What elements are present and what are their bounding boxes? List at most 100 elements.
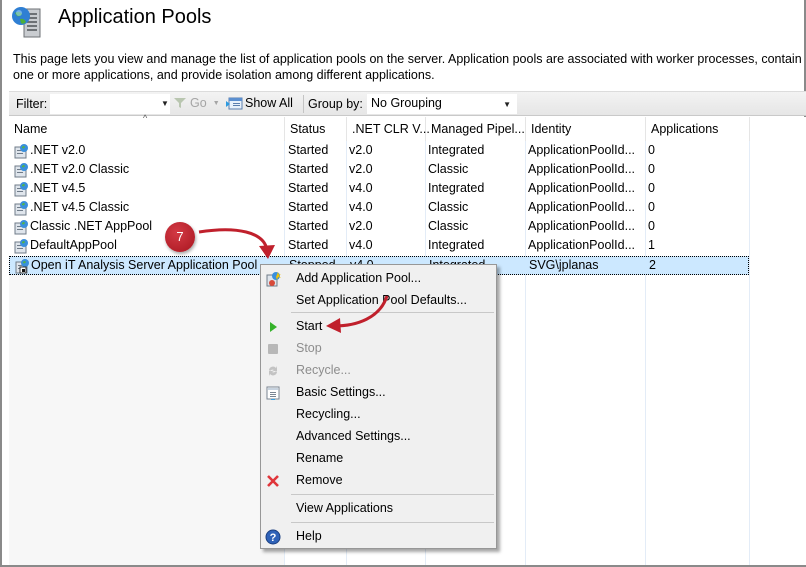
cell-applications: 0 xyxy=(648,181,655,195)
group-by-select[interactable]: No Grouping ▼ xyxy=(367,94,517,114)
app-pool-icon xyxy=(14,201,28,216)
column-header-pipeline[interactable]: Managed Pipel... xyxy=(426,117,526,141)
application-pools-window: Application Pools This page lets you vie… xyxy=(0,0,806,567)
menu-item-help[interactable]: ? Help xyxy=(261,526,496,548)
filter-toolbar: Filter: ▼ Go ▼ Show All Group by: No Gro… xyxy=(9,91,806,116)
stop-icon xyxy=(268,344,278,354)
table-row[interactable]: .NET v2.0 Classic Started v2.0 Classic Appli… xyxy=(9,161,749,180)
filter-dropdown-arrow-icon[interactable]: ▼ xyxy=(161,99,169,108)
step-number-badge: 7 xyxy=(165,222,195,252)
go-button[interactable]: Go ▼ xyxy=(173,96,220,110)
cell-status: Started xyxy=(288,181,329,195)
column-header-row: Name ^ Status .NET CLR V... Managed Pipe… xyxy=(9,113,806,141)
table-row[interactable]: DefaultAppPool Started v4.0 Integrated Appli… xyxy=(9,237,749,256)
cell-identity: ApplicationPoolId... xyxy=(528,219,636,233)
play-icon xyxy=(270,322,277,332)
context-menu: Add Application Pool... Set Application P… xyxy=(260,264,497,549)
cell-name: Open iT Analysis Server Application Pool xyxy=(31,258,258,272)
cell-pipeline: Integrated xyxy=(428,181,485,195)
table-row[interactable]: .NET v4.5 Classic Started v4.0 Classic Appli… xyxy=(9,199,749,218)
filter-input[interactable] xyxy=(50,94,170,114)
go-dropdown-arrow-icon[interactable]: ▼ xyxy=(213,100,220,107)
show-all-icon xyxy=(226,97,243,110)
table-row[interactable]: Classic .NET AppPool Started v2.0 Classic Ap… xyxy=(9,218,749,237)
menu-item-remove[interactable]: Remove xyxy=(261,470,496,492)
group-by-value: No Grouping xyxy=(371,96,442,110)
group-by-dropdown-arrow-icon: ▼ xyxy=(503,100,511,109)
recycle-icon xyxy=(269,366,277,376)
cell-identity: ApplicationPoolId... xyxy=(528,143,636,157)
column-header-clr-version[interactable]: .NET CLR V... xyxy=(347,117,430,141)
column-header-applications[interactable]: Applications xyxy=(646,117,750,141)
menu-item-add-application-pool[interactable]: Add Application Pool... xyxy=(261,268,496,290)
menu-item-label: View Applications xyxy=(296,501,394,515)
help-icon: ? xyxy=(265,529,281,545)
cell-applications: 1 xyxy=(648,238,655,252)
app-pool-icon xyxy=(14,163,28,178)
cell-applications: 2 xyxy=(649,258,656,272)
menu-item-label: Recycling... xyxy=(296,407,361,421)
cell-pipeline: Classic xyxy=(428,219,469,233)
column-header-name[interactable]: Name ^ xyxy=(9,113,285,141)
column-header-label: Managed Pipel... xyxy=(431,122,525,136)
menu-item-recycle: Recycle... xyxy=(261,360,496,382)
menu-item-rename[interactable]: Rename xyxy=(261,448,496,470)
cell-status: Started xyxy=(288,143,329,157)
cell-status: Started xyxy=(288,200,329,214)
menu-item-label: Help xyxy=(296,529,322,543)
menu-item-view-applications[interactable]: View Applications xyxy=(261,498,496,520)
remove-x-icon xyxy=(267,475,279,487)
cell-clr: v2.0 xyxy=(349,162,373,176)
add-pool-icon xyxy=(266,272,281,287)
cell-pipeline: Integrated xyxy=(428,238,485,252)
server-globe-icon xyxy=(10,5,46,39)
menu-item-label: Stop xyxy=(296,341,322,355)
menu-separator xyxy=(291,522,494,523)
cell-name: .NET v2.0 Classic xyxy=(30,162,130,176)
menu-item-label: Basic Settings... xyxy=(296,385,386,399)
column-header-label: Name xyxy=(14,122,48,136)
cell-identity: ApplicationPoolId... xyxy=(528,200,636,214)
app-pool-icon xyxy=(14,220,28,235)
menu-item-label: Add Application Pool... xyxy=(296,271,422,285)
filter-label: Filter: xyxy=(16,96,48,111)
stopped-app-pool-icon xyxy=(15,259,29,274)
table-row[interactable]: .NET v2.0 Started v2.0 Integrated Applicatio… xyxy=(9,142,749,161)
funnel-icon xyxy=(174,98,186,108)
menu-item-set-application-pool-defaults[interactable]: Set Application Pool Defaults... xyxy=(261,290,496,312)
app-pool-icon xyxy=(14,239,28,254)
menu-item-basic-settings[interactable]: Basic Settings... xyxy=(261,382,496,404)
cell-name: Classic .NET AppPool xyxy=(30,219,153,233)
cell-applications: 0 xyxy=(648,200,655,214)
menu-item-advanced-settings[interactable]: Advanced Settings... xyxy=(261,426,496,448)
cell-applications: 0 xyxy=(648,162,655,176)
page-title: Application Pools xyxy=(58,6,212,28)
toolbar-separator xyxy=(303,95,304,113)
page-header xyxy=(10,4,46,40)
menu-item-label: Set Application Pool Defaults... xyxy=(296,293,467,307)
column-divider xyxy=(749,117,750,565)
cell-name: .NET v4.5 xyxy=(30,181,86,195)
cell-clr: v2.0 xyxy=(349,143,373,157)
cell-clr: v4.0 xyxy=(349,200,373,214)
table-row[interactable]: .NET v4.5 Started v4.0 Integrated Applicatio… xyxy=(9,180,749,199)
menu-item-recycling[interactable]: Recycling... xyxy=(261,404,496,426)
cell-pipeline: Classic xyxy=(428,200,469,214)
column-header-identity[interactable]: Identity xyxy=(526,117,646,141)
menu-item-label: Rename xyxy=(296,451,344,465)
menu-item-label: Remove xyxy=(296,473,343,487)
app-pool-icon xyxy=(14,144,28,159)
cell-clr: v2.0 xyxy=(349,219,373,233)
cell-pipeline: Classic xyxy=(428,162,469,176)
show-all-button[interactable]: Show All xyxy=(225,95,293,111)
svg-text:?: ? xyxy=(270,532,277,544)
cell-identity: ApplicationPoolId... xyxy=(528,181,636,195)
cell-identity: ApplicationPoolId... xyxy=(528,162,636,176)
cell-identity: SVG\jplanas xyxy=(529,258,599,272)
menu-item-start[interactable]: Start xyxy=(261,316,496,338)
cell-name: DefaultAppPool xyxy=(30,238,117,252)
group-by-label: Group by: xyxy=(308,97,363,111)
cell-clr: v4.0 xyxy=(349,181,373,195)
cell-name: .NET v4.5 Classic xyxy=(30,200,130,214)
column-header-status[interactable]: Status xyxy=(285,117,347,141)
